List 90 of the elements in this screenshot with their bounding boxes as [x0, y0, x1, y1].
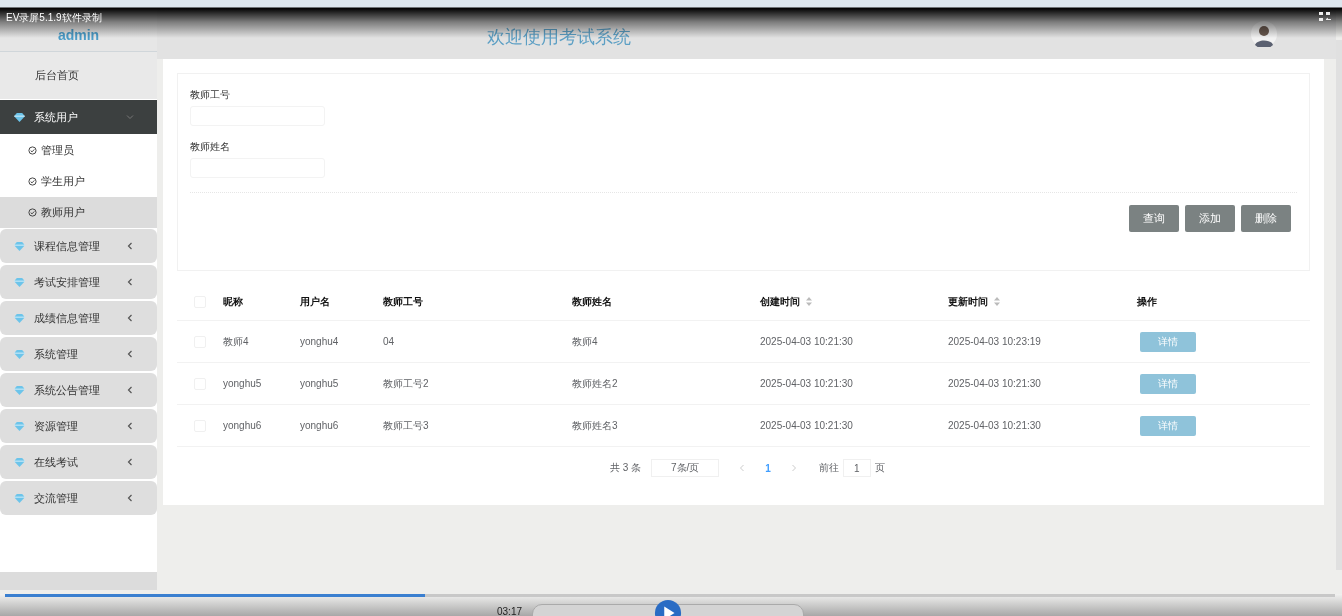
diamond-icon — [14, 241, 25, 251]
avatar-icon[interactable] — [1251, 21, 1277, 47]
table-cell: 教师姓名3 — [572, 418, 618, 433]
chevron-left-icon — [126, 422, 134, 430]
check-circle-icon — [28, 177, 37, 186]
column-header: 教师工号 — [383, 294, 423, 309]
page-input[interactable]: 1 — [842, 459, 871, 477]
column-header: 操作 — [1137, 294, 1157, 309]
menu-label: 系统公告管理 — [34, 382, 101, 398]
table-cell: yonghu5 — [223, 378, 262, 389]
column-header: 教师姓名 — [572, 294, 612, 309]
diamond-icon — [14, 349, 25, 359]
table-cell: 教师工号2 — [383, 376, 429, 391]
table-cell: 04 — [383, 336, 395, 347]
diamond-icon — [14, 457, 25, 467]
menu-label: 成绩信息管理 — [34, 310, 101, 326]
table-cell: 教师工号3 — [383, 418, 429, 433]
chevron-left-icon — [126, 314, 134, 322]
chevron-left-icon — [126, 278, 134, 286]
brand-name: admin — [57, 27, 100, 43]
diamond-icon — [14, 493, 25, 503]
chevron-left-icon — [126, 242, 134, 250]
check-circle-icon — [28, 208, 37, 217]
table-cell: 教师4 — [572, 334, 598, 349]
table-cell: yonghu4 — [300, 336, 339, 347]
table-cell: 2025-04-03 10:21:30 — [948, 378, 1041, 389]
recorder-title: EV录屏5.1.9软件录制 — [6, 11, 102, 25]
playback-time: 03:17 — [497, 606, 523, 616]
next-page-icon[interactable] — [790, 464, 797, 472]
submenu-label: 管理员 — [41, 143, 74, 158]
sort-icon[interactable] — [994, 297, 1000, 306]
column-header[interactable]: 更新时间 — [948, 294, 1000, 309]
menu-group[interactable]: 交流管理 — [0, 481, 157, 515]
progress-track[interactable] — [5, 594, 1335, 597]
table-cell: 2025-04-03 10:21:30 — [760, 336, 853, 347]
menu-group[interactable]: 系统公告管理 — [0, 373, 157, 407]
table-cell: 2025-04-03 10:21:30 — [948, 420, 1041, 431]
table-cell: yonghu6 — [223, 420, 262, 431]
chevron-left-icon — [126, 350, 134, 358]
menu-label: 在线考试 — [34, 454, 79, 470]
table-cell: 教师4 — [223, 334, 249, 349]
action-button[interactable]: 查询 — [1129, 205, 1179, 232]
diamond-icon — [14, 277, 25, 287]
action-button[interactable]: 删除 — [1241, 205, 1291, 232]
table-cell: 教师姓名2 — [572, 376, 618, 391]
chevron-left-icon — [126, 386, 134, 394]
goto-label: 前往 — [818, 461, 839, 475]
menu-group[interactable]: 系统管理 — [0, 337, 157, 371]
chevron-down-icon — [126, 113, 134, 121]
exit-fullscreen-icon[interactable] — [1319, 12, 1331, 22]
column-header[interactable]: 创建时间 — [760, 294, 812, 309]
table-cell: yonghu5 — [300, 378, 339, 389]
menu-label: 交流管理 — [34, 490, 79, 506]
page-size-select[interactable]: 7条/页 — [651, 459, 720, 477]
table-cell: yonghu6 — [300, 420, 339, 431]
chevron-left-icon — [126, 458, 134, 466]
table-cell: 2025-04-03 10:21:30 — [760, 378, 853, 389]
chevron-left-icon — [126, 494, 134, 502]
page-unit: 页 — [874, 461, 885, 475]
menu-group[interactable]: 考试安排管理 — [0, 265, 157, 299]
previous-page-icon[interactable] — [739, 464, 746, 472]
menu-group[interactable]: 资源管理 — [0, 409, 157, 443]
table-cell: 2025-04-03 10:21:30 — [760, 420, 853, 431]
field-label: 教师工号 — [190, 88, 230, 102]
menu-group[interactable]: 课程信息管理 — [0, 229, 157, 263]
total-count: 共 3 条 — [610, 461, 642, 475]
diamond-icon — [14, 112, 25, 122]
menu-group[interactable]: 成绩信息管理 — [0, 301, 157, 335]
field-label: 教师姓名 — [190, 140, 230, 154]
menu-item[interactable]: 后台首页 — [0, 52, 157, 99]
check-circle-icon — [28, 146, 37, 155]
submenu-item[interactable]: 教师用户 — [0, 197, 157, 228]
column-header: 用户名 — [300, 294, 330, 309]
sort-icon[interactable] — [806, 297, 812, 306]
menu-label: 资源管理 — [34, 418, 79, 434]
diamond-icon — [14, 313, 25, 323]
submenu-label: 学生用户 — [41, 174, 85, 189]
table-cell: 2025-04-03 10:23:19 — [948, 336, 1041, 347]
menu-label: 系统用户 — [34, 109, 79, 125]
menu-label: 课程信息管理 — [34, 238, 101, 254]
page-title: 欢迎使用考试系统 — [487, 25, 631, 49]
diamond-icon — [14, 385, 25, 395]
menu-group[interactable]: 系统用户 — [0, 100, 157, 134]
menu-label: 系统管理 — [34, 346, 79, 362]
menu-group[interactable]: 在线考试 — [0, 445, 157, 479]
diamond-icon — [14, 421, 25, 431]
action-button[interactable]: 添加 — [1185, 205, 1235, 232]
submenu-label: 教师用户 — [41, 205, 85, 220]
column-header: 昵称 — [223, 294, 243, 309]
menu-label: 考试安排管理 — [34, 274, 101, 290]
